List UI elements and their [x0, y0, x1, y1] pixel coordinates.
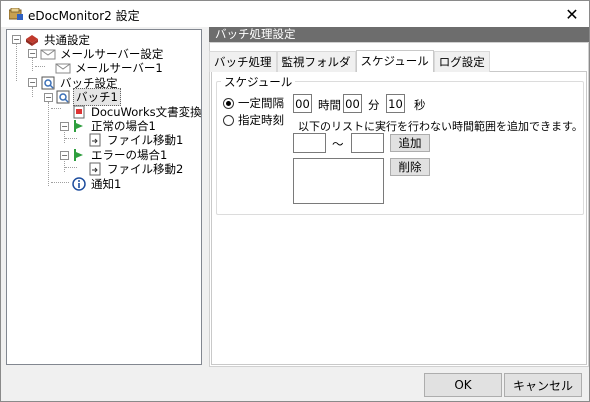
exclusion-note: 以下のリストに実行を行わない時間範囲を追加できます。 — [298, 120, 583, 133]
expander-mail[interactable]: − — [28, 49, 37, 58]
tab-log-settings[interactable]: ログ設定 — [433, 51, 490, 72]
info-icon — [72, 176, 86, 191]
expander-batch-1[interactable]: − — [44, 93, 53, 102]
file-move-icon — [89, 133, 101, 146]
tree-item-label: ファイル移動1 — [107, 132, 184, 147]
excluded-ranges-list[interactable] — [293, 158, 384, 204]
close-icon: ✕ — [565, 4, 579, 24]
file-move-icon — [89, 162, 101, 175]
minutes-unit: 分 — [368, 98, 380, 112]
tab-batch-processing[interactable]: バッチ処理 — [209, 51, 277, 72]
tree-item-file-move-2[interactable]: ファイル移動2 — [87, 161, 185, 176]
hours-unit: 時間 — [318, 98, 341, 112]
hours-input[interactable]: 00 — [293, 94, 312, 113]
tree-item-file-move-1[interactable]: ファイル移動1 — [87, 132, 185, 147]
app-icon — [9, 8, 23, 20]
tree-item-batch-1[interactable]: バッチ1 — [55, 87, 121, 106]
settings-folder-icon — [26, 34, 38, 46]
tree-item-mail-server-1[interactable]: メールサーバー1 — [55, 60, 165, 75]
batch-icon — [41, 76, 55, 89]
range-end-input[interactable] — [351, 133, 384, 153]
settings-tree[interactable]: − 共通設定 − メールサーバー設定 メールサーバー1 − バッチ設定 − バッ… — [6, 29, 202, 365]
green-flag-icon — [74, 148, 83, 161]
panel-header: バッチ処理設定 — [209, 27, 589, 42]
tree-item-notify-1[interactable]: 通知1 — [71, 176, 123, 191]
minutes-input[interactable]: 00 — [343, 94, 362, 113]
settings-window: eDocMonitor2 設定 ✕ − 共通設定 − メールサーバー設定 メール… — [0, 0, 590, 402]
cancel-button[interactable]: キャンセル — [504, 373, 582, 397]
mail-icon — [40, 49, 56, 59]
expander-error-case[interactable]: − — [60, 151, 69, 160]
radio-unchecked-icon — [223, 114, 234, 126]
delete-range-button[interactable]: 削除 — [390, 158, 430, 176]
radio-interval[interactable]: 一定間隔 — [223, 95, 284, 111]
expander-batch[interactable]: − — [28, 78, 37, 87]
radio-fixed-time[interactable]: 指定時刻 — [223, 112, 284, 128]
expander-normal-case[interactable]: − — [60, 122, 69, 131]
radio-checked-icon — [223, 97, 234, 109]
ok-button[interactable]: OK — [424, 373, 502, 397]
range-start-input[interactable] — [293, 133, 326, 153]
window-title: eDocMonitor2 設定 — [28, 9, 140, 23]
schedule-group-title: スケジュール — [221, 74, 296, 90]
document-icon — [73, 105, 85, 118]
tree-item-label: 通知1 — [91, 176, 122, 191]
radio-fixed-label: 指定時刻 — [238, 113, 284, 127]
close-button[interactable]: ✕ — [555, 1, 589, 27]
batch-icon — [56, 90, 70, 103]
green-flag-icon — [74, 119, 83, 132]
radio-interval-label: 一定間隔 — [238, 96, 284, 110]
seconds-unit: 秒 — [414, 98, 426, 112]
title-bar: eDocMonitor2 設定 ✕ — [1, 1, 589, 27]
add-range-button[interactable]: 追加 — [390, 134, 430, 152]
tree-item-label: ファイル移動2 — [107, 161, 184, 176]
expander-common[interactable]: − — [12, 35, 21, 44]
seconds-input[interactable]: 10 — [386, 94, 405, 113]
mail-icon — [55, 63, 71, 73]
tab-schedule[interactable]: スケジュール — [355, 50, 434, 72]
range-separator: ～ — [332, 137, 344, 151]
tree-item-label: メールサーバー1 — [75, 60, 163, 75]
tab-strip: バッチ処理 監視フォルダ スケジュール ログ設定 — [209, 50, 490, 72]
tab-watch-folder[interactable]: 監視フォルダ — [276, 51, 356, 72]
